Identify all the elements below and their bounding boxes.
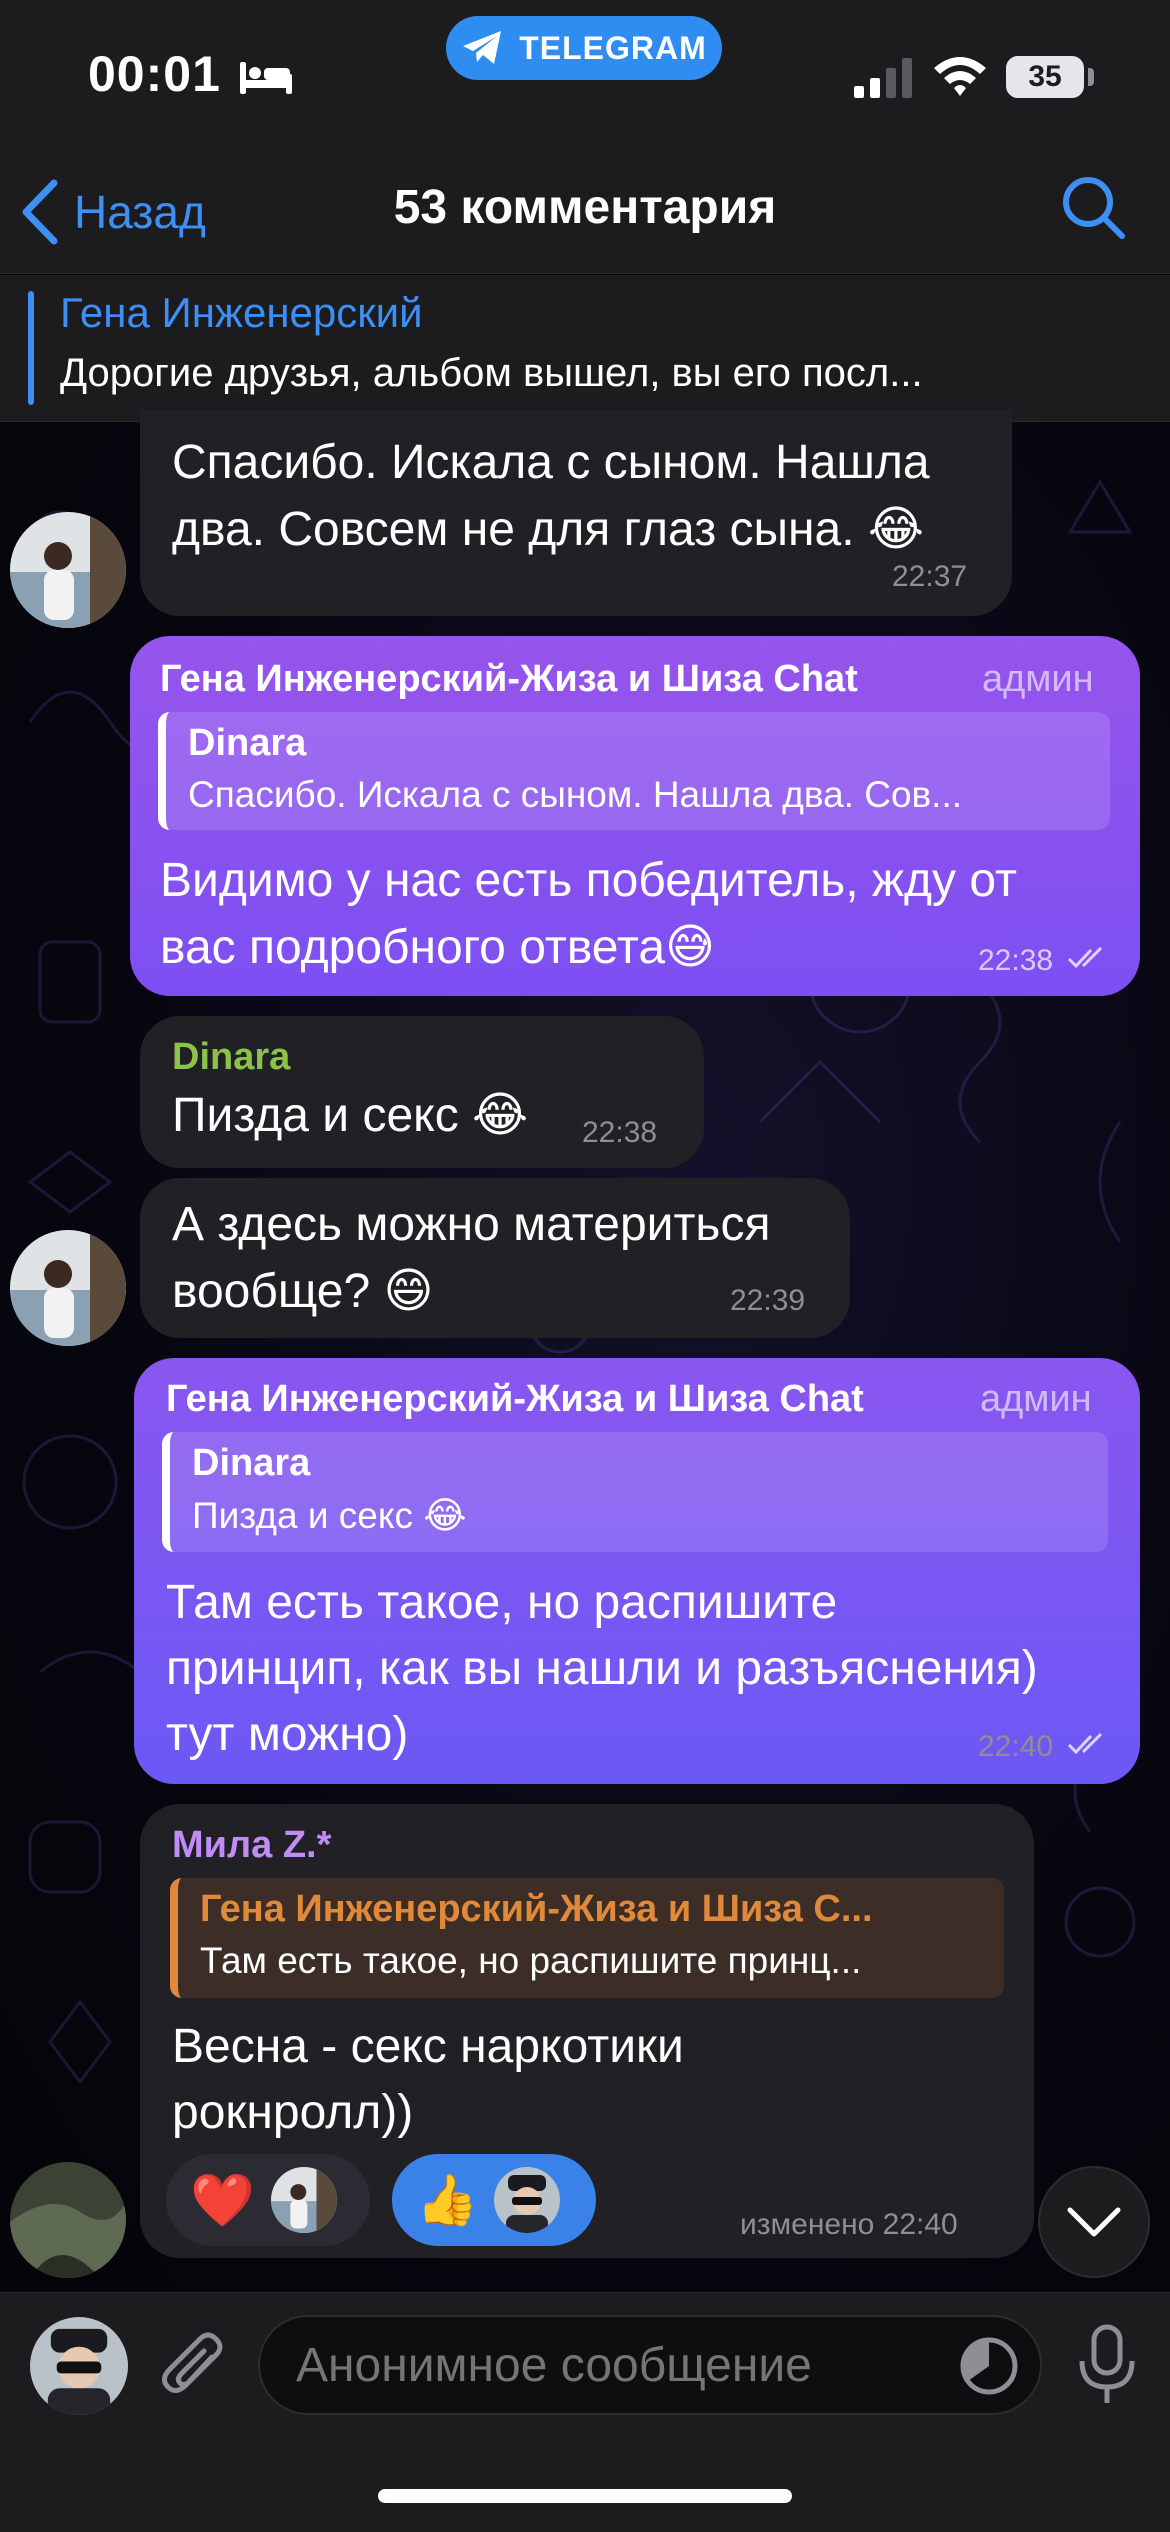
message-time-value: 22:40 bbox=[978, 1730, 1054, 1763]
quote-text: Там есть такое, но распишите принц... bbox=[200, 1940, 862, 1981]
laughing-emoji: 😂 bbox=[472, 1087, 529, 1143]
message-text: Весна - секс наркотики bbox=[172, 2020, 684, 2073]
avatar[interactable] bbox=[10, 1230, 126, 1346]
message-bubble-incoming[interactable]: Мила Z.* Гена Инженерский-Жиза и Шиза С.… bbox=[140, 1804, 1034, 2258]
return-to-telegram-pill[interactable]: TELEGRAM bbox=[446, 16, 722, 80]
message-text: Спасибо. Искала с сыном. Нашла bbox=[172, 436, 930, 489]
reaction-heart[interactable]: ❤️ bbox=[166, 2154, 370, 2246]
home-indicator bbox=[378, 2489, 792, 2503]
scroll-to-bottom-button[interactable] bbox=[1038, 2166, 1150, 2278]
clock: 00:01 bbox=[88, 46, 221, 102]
message-time: 22:37 bbox=[892, 560, 968, 593]
grinning-emoji: 😄 bbox=[383, 1263, 434, 1319]
pinned-author: Гена Инженерский bbox=[60, 289, 423, 336]
app-pill-label: TELEGRAM bbox=[519, 29, 707, 66]
message-bubble-outgoing[interactable]: Гена Инженерский-Жиза и Шиза Chat админ … bbox=[134, 1358, 1140, 1784]
quote-text: Пизда и секс bbox=[192, 1495, 413, 1536]
message-text: вас подробного ответа bbox=[160, 921, 666, 974]
message-text: принцип, как вы нашли и разъяснения) bbox=[166, 1642, 1038, 1695]
scheduled-timer-icon[interactable] bbox=[958, 2335, 1020, 2397]
sweat-smile-emoji: 😅 bbox=[665, 919, 716, 975]
laughing-emoji: 😂 bbox=[423, 1494, 467, 1537]
message-time: 22:39 bbox=[730, 1284, 806, 1317]
battery-level: 35 bbox=[1006, 56, 1084, 98]
message-text: Там есть такое, но распишите bbox=[166, 1576, 838, 1629]
avatar-photo bbox=[10, 2162, 126, 2278]
message-time: 22:38 bbox=[582, 1116, 658, 1149]
cellular-signal-icon bbox=[854, 58, 912, 98]
pinned-text: Дорогие друзья, альбом вышел, вы его пос… bbox=[60, 351, 923, 395]
message-bubble-outgoing[interactable]: Гена Инженерский-Жиза и Шиза Chat админ … bbox=[130, 636, 1140, 996]
avatar-photo bbox=[10, 512, 126, 628]
message-bubble-incoming[interactable]: А здесь можно материться вообще? 😄 22:39 bbox=[140, 1178, 850, 1338]
message-time: 22:38 bbox=[978, 944, 1111, 978]
admin-badge: админ bbox=[980, 1378, 1092, 1420]
message-text: два. Совсем не для глаз сына. bbox=[172, 503, 855, 556]
wifi-icon bbox=[934, 57, 986, 96]
sender-name: Dinara bbox=[172, 1036, 291, 1078]
sender-name: Гена Инженерский-Жиза и Шиза Chat bbox=[160, 658, 858, 700]
heart-emoji: ❤️ bbox=[190, 2170, 255, 2231]
message-input[interactable] bbox=[258, 2315, 1042, 2415]
navigation-header: Назад 53 комментария bbox=[0, 150, 1170, 274]
telegram-plane-icon bbox=[463, 31, 502, 64]
search-icon[interactable] bbox=[1058, 172, 1128, 242]
attachment-icon[interactable] bbox=[156, 2327, 232, 2407]
quote-author: Dinara bbox=[192, 1442, 311, 1484]
quote-author: Гена Инженерский-Жиза и Шиза С... bbox=[200, 1888, 873, 1930]
microphone-icon[interactable] bbox=[1076, 2323, 1138, 2407]
message-time: 22:40 bbox=[978, 1730, 1111, 1764]
sleep-focus-icon bbox=[240, 62, 292, 94]
status-bar: 00:01 TELEGRAM 35 bbox=[0, 0, 1170, 150]
message-bubble-incoming[interactable]: Спасибо. Искала с сыном. Нашла два. Совс… bbox=[140, 410, 1012, 616]
send-as-avatar[interactable] bbox=[30, 2317, 128, 2415]
read-checkmarks-icon bbox=[1068, 1732, 1103, 1755]
avatar[interactable] bbox=[10, 512, 126, 628]
quote-text-wrap: Пизда и секс 😂 bbox=[192, 1494, 467, 1537]
message-text: Пизда и секс bbox=[172, 1089, 459, 1142]
laughing-emoji: 😂 bbox=[867, 501, 925, 557]
reply-quote[interactable]: Гена Инженерский-Жиза и Шиза С... Там ес… bbox=[170, 1878, 1004, 1998]
message-bubble-incoming[interactable]: Dinara Пизда и секс 😂 22:38 bbox=[140, 1016, 704, 1168]
message-text: рокнролл)) bbox=[172, 2086, 414, 2139]
reply-quote[interactable]: Dinara Пизда и секс 😂 bbox=[162, 1432, 1108, 1552]
sender-name: Гена Инженерский-Жиза и Шиза Chat bbox=[166, 1378, 864, 1420]
reply-quote[interactable]: Dinara Спасибо. Искала с сыном. Нашла дв… bbox=[158, 712, 1110, 830]
page-title: 53 комментария bbox=[393, 181, 777, 234]
quote-author: Dinara bbox=[188, 722, 307, 764]
read-checkmarks-icon bbox=[1068, 946, 1103, 969]
avatar-photo bbox=[10, 1230, 126, 1346]
battery-tip bbox=[1088, 68, 1094, 86]
pinned-post[interactable]: Гена Инженерский Дорогие друзья, альбом … bbox=[0, 275, 1170, 422]
avatar[interactable] bbox=[10, 2162, 126, 2278]
message-time: изменено 22:40 bbox=[740, 2208, 958, 2241]
admin-badge: админ bbox=[982, 658, 1094, 700]
message-time-value: 22:38 bbox=[978, 944, 1054, 977]
message-text: вообще? bbox=[172, 1265, 371, 1318]
message-text: тут можно) bbox=[166, 1708, 409, 1761]
reactor-avatar bbox=[494, 2167, 561, 2233]
quote-text: Спасибо. Искала с сыном. Нашла два. Сов.… bbox=[188, 774, 963, 815]
sender-name: Мила Z.* bbox=[172, 1824, 332, 1866]
thumbs-up-emoji: 👍 bbox=[416, 2170, 479, 2229]
reaction-thumbs-up[interactable]: 👍 bbox=[392, 2154, 596, 2246]
message-text: Видимо у нас есть победитель, жду от bbox=[160, 854, 1017, 907]
message-text: А здесь можно материться bbox=[172, 1198, 771, 1251]
reactor-avatar bbox=[270, 2167, 337, 2233]
chevron-down-icon bbox=[1067, 2207, 1121, 2237]
pinned-accent-bar bbox=[28, 291, 34, 405]
message-input-bar bbox=[0, 2292, 1170, 2532]
